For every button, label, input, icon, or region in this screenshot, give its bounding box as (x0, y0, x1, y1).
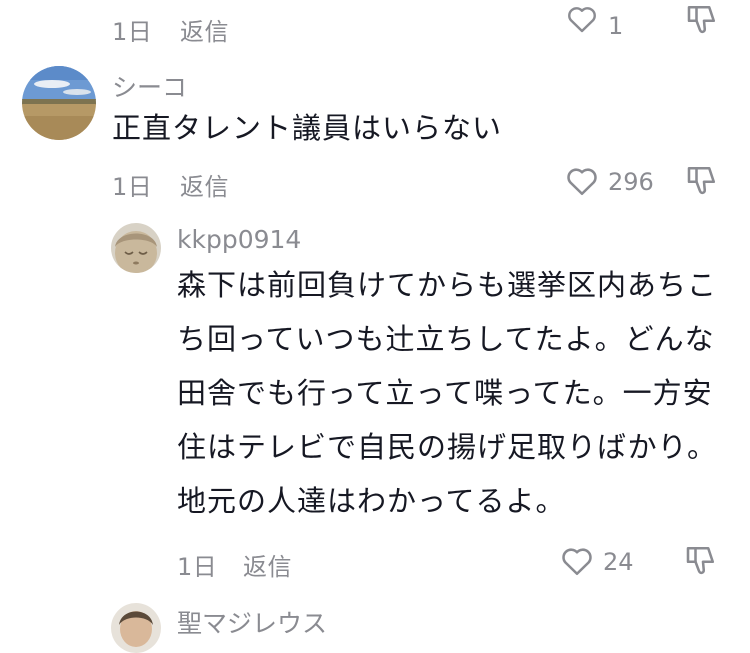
avatar[interactable] (22, 66, 96, 140)
reply-text-line: 住はテレビで自民の揚げ足取りばかり。 (177, 430, 718, 464)
comment-like-count: 296 (608, 168, 654, 196)
comment-like-button[interactable] (564, 163, 600, 199)
comment-text: 正直タレント議員はいらない (112, 111, 503, 145)
heart-outline-icon (562, 548, 592, 576)
reply-username[interactable]: 聖マジレウス (177, 604, 327, 640)
reply-like-count: 24 (603, 548, 634, 576)
reply-dislike-button[interactable] (682, 543, 718, 579)
reply-text-line: 田舎でも行って立って喋ってた。一方安 (177, 376, 713, 410)
top-comment-like-count: 1 (608, 12, 624, 40)
heart-outline-icon (567, 168, 597, 196)
top-comment-dislike-button[interactable] (683, 2, 719, 38)
thumbs-down-icon (687, 166, 716, 195)
reply-reply-button[interactable]: 返信 (243, 547, 292, 582)
comment-date: 1日 (112, 173, 153, 201)
comment-reply-button[interactable]: 返信 (180, 167, 229, 202)
reply-text-line: 地元の人達はわかってるよ。 (177, 484, 566, 518)
thumbs-down-icon (686, 546, 715, 575)
comment-username[interactable]: シーコ (112, 68, 187, 104)
top-comment-like-button[interactable] (565, 2, 599, 36)
reply-text: 森下は前回負けてからも選挙区内あちこ ち回っていつも辻立ちしてたよ。どんな 田舎… (177, 258, 717, 528)
top-comment-date: 1日 (112, 18, 153, 46)
thumbs-down-icon (687, 5, 716, 34)
top-comment-reply-button[interactable]: 返信 (180, 12, 229, 47)
avatar[interactable] (111, 603, 161, 653)
avatar[interactable] (111, 223, 161, 273)
reply-username[interactable]: kkpp0914 (177, 225, 301, 254)
heart-outline-icon (568, 7, 596, 33)
reply-like-button[interactable] (559, 543, 595, 579)
reply-text-line: ち回っていつも辻立ちしてたよ。どんな (177, 322, 715, 356)
reply-text-line: 森下は前回負けてからも選挙区内あちこ (177, 268, 718, 302)
comment-dislike-button[interactable] (683, 163, 719, 199)
reply-date: 1日 (177, 553, 218, 581)
